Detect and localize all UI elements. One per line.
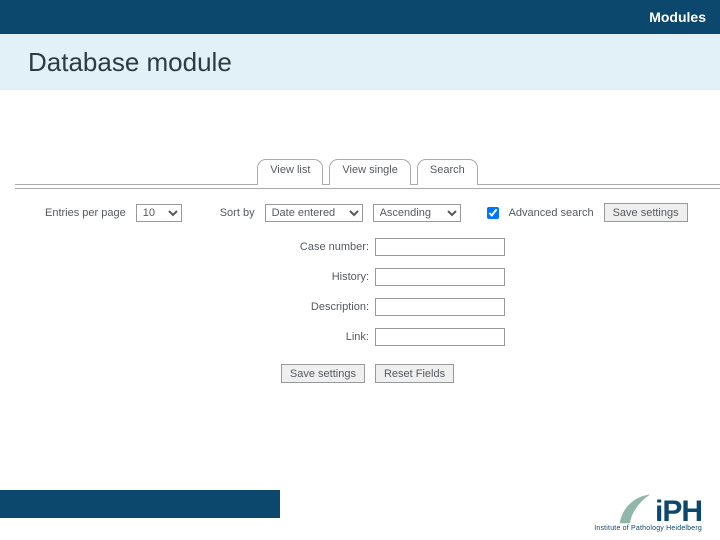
save-settings-button-2[interactable]: Save settings xyxy=(281,364,365,383)
footer: iPH Institute of Pathology Heidelberg xyxy=(0,460,720,540)
field-row-case-number: Case number: xyxy=(15,238,720,256)
logo-swoosh-icon xyxy=(617,491,653,525)
top-bar: Modules xyxy=(0,0,720,34)
footer-bar xyxy=(0,490,280,518)
advanced-search-label: Advanced search xyxy=(509,207,594,219)
field-row-history: History: xyxy=(15,268,720,286)
logo-caption: Institute of Pathology Heidelberg xyxy=(594,525,702,532)
sort-by-label: Sort by xyxy=(220,207,255,219)
field-row-description: Description: xyxy=(15,298,720,316)
work-area: View list View single Search Entries per… xyxy=(0,90,720,450)
case-number-label: Case number: xyxy=(15,241,375,253)
section-label: Modules xyxy=(649,9,706,25)
save-settings-button[interactable]: Save settings xyxy=(604,203,688,222)
sort-by-select[interactable]: Date entered xyxy=(265,204,363,222)
panel: View list View single Search Entries per… xyxy=(15,158,720,440)
history-label: History: xyxy=(15,271,375,283)
title-band: Database module xyxy=(0,34,720,90)
tab-bar: View list View single Search xyxy=(15,158,720,184)
description-input[interactable] xyxy=(375,298,505,316)
logo-text: iPH xyxy=(655,498,702,525)
logo: iPH Institute of Pathology Heidelberg xyxy=(594,491,702,532)
link-label: Link: xyxy=(15,331,375,343)
entries-per-page-label: Entries per page xyxy=(45,207,126,219)
advanced-search-checkbox[interactable] xyxy=(487,207,499,219)
tab-search[interactable]: Search xyxy=(417,159,478,185)
history-input[interactable] xyxy=(375,268,505,286)
control-bar: Entries per page 10 Sort by Date entered… xyxy=(15,189,720,234)
tab-view-list[interactable]: View list xyxy=(257,159,323,185)
tab-view-single[interactable]: View single xyxy=(329,159,410,185)
entries-per-page-select[interactable]: 10 xyxy=(136,204,182,222)
reset-fields-button[interactable]: Reset Fields xyxy=(375,364,454,383)
field-row-link: Link: xyxy=(15,328,720,346)
button-row: Save settings Reset Fields xyxy=(15,346,720,383)
description-label: Description: xyxy=(15,301,375,313)
sort-order-select[interactable]: Ascending xyxy=(373,204,461,222)
case-number-input[interactable] xyxy=(375,238,505,256)
link-input[interactable] xyxy=(375,328,505,346)
page-title: Database module xyxy=(28,47,232,78)
search-form: Case number: History: Description: Link: xyxy=(15,234,720,346)
